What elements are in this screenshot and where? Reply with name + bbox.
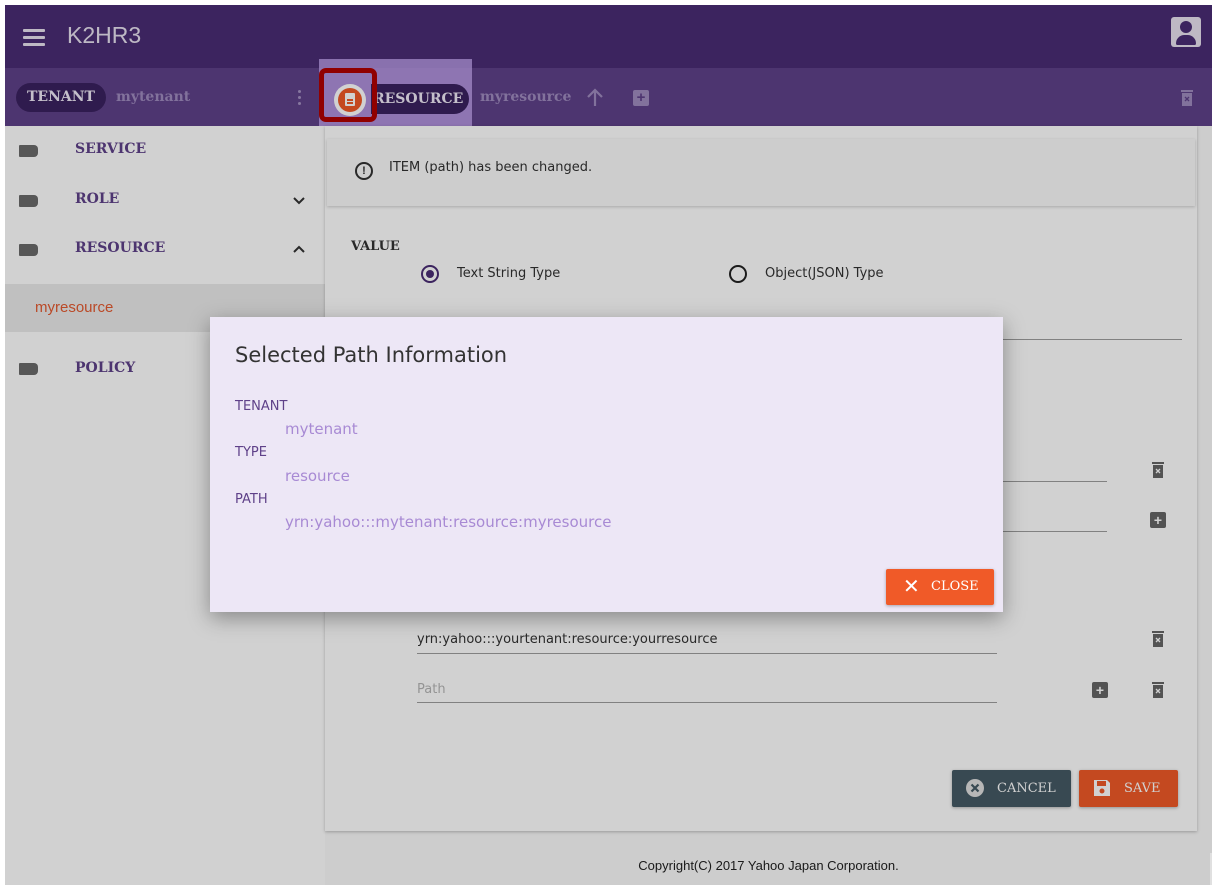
resize-handle	[1210, 853, 1212, 885]
tenant-value: mytenant	[285, 420, 358, 438]
type-key: TYPE	[235, 445, 267, 460]
close-label: CLOSE	[931, 579, 979, 594]
close-icon: ✕	[903, 574, 920, 598]
path-info-dialog: Selected Path Information TENANT mytenan…	[210, 317, 1003, 612]
path-key: PATH	[235, 492, 268, 507]
path-value: yrn:yahoo:::mytenant:resource:myresource	[285, 513, 612, 531]
close-button[interactable]: ✕ CLOSE	[886, 569, 994, 605]
dialog-title: Selected Path Information	[235, 343, 508, 367]
tenant-key: TENANT	[235, 399, 288, 414]
type-value: resource	[285, 467, 350, 485]
app-frame: K2HR3 TENANT mytenant myresource + RESOU…	[5, 5, 1212, 885]
